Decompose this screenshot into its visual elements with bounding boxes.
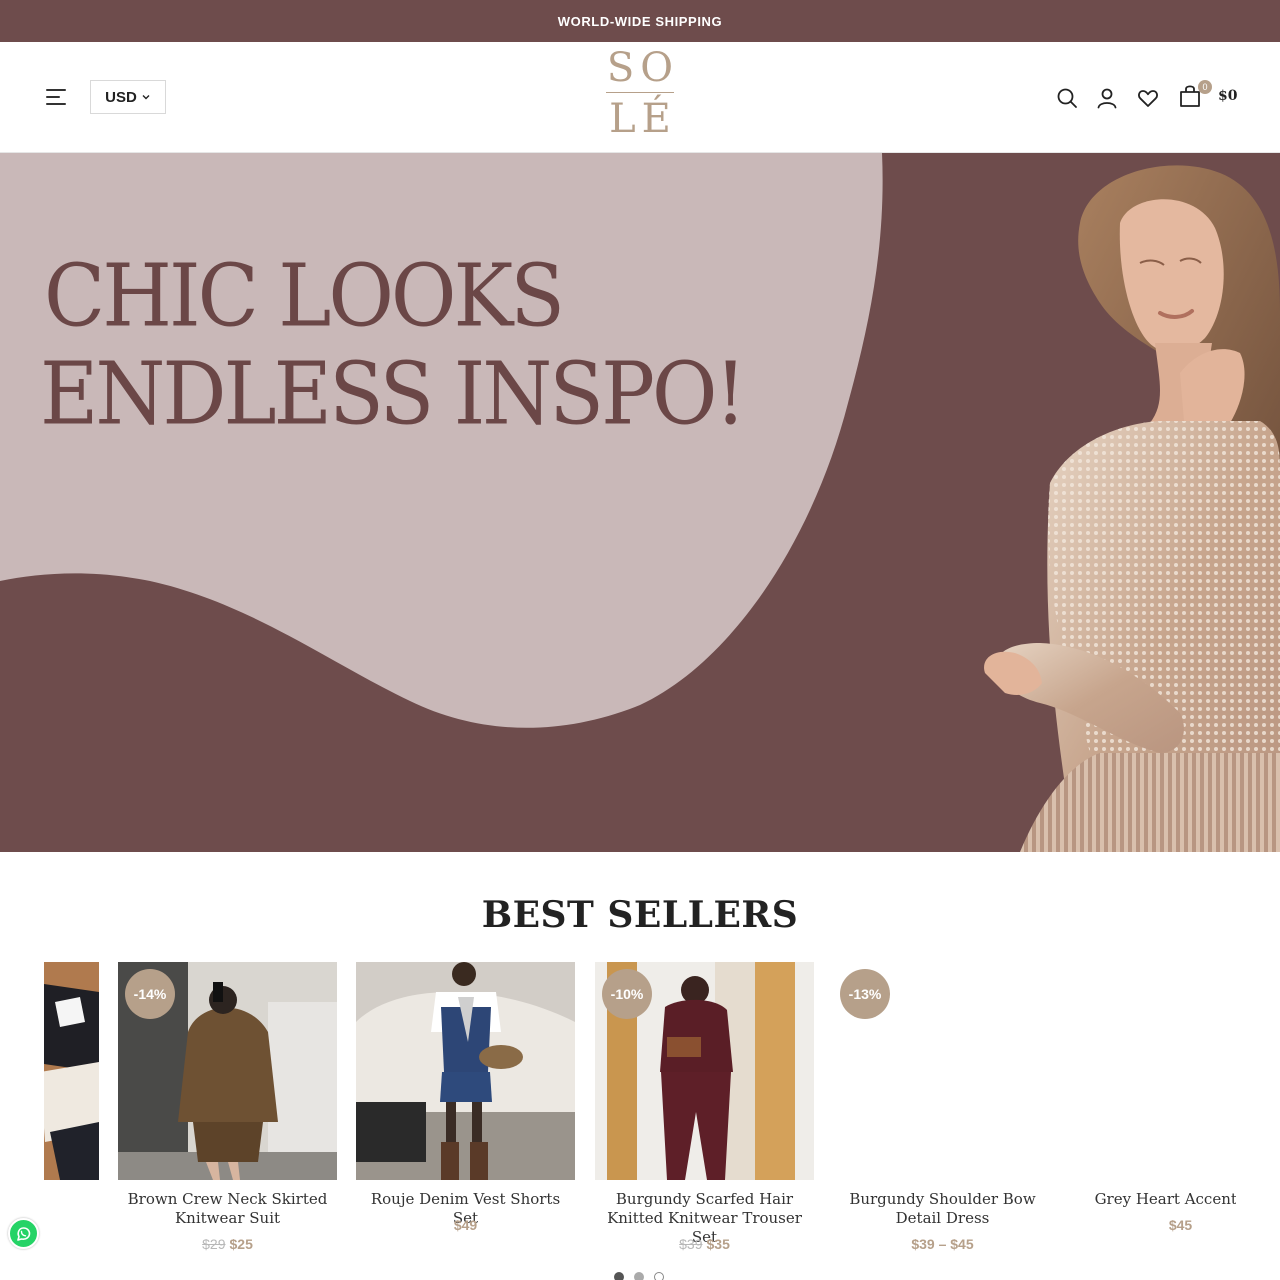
currency-label: USD [105,88,137,106]
discount-badge: -14% [125,969,175,1019]
section-title-best-sellers: BEST SELLERS [481,894,799,936]
currency-selector[interactable]: USD [90,80,166,114]
product-card[interactable]: Grey Heart Accent Bla $45 [1071,962,1236,1262]
product-sale-price: $45 [1168,1217,1193,1233]
product-name[interactable]: Burgundy Shoulder Bow Detail Dress [833,1190,1052,1228]
product-image[interactable] [1071,962,1236,1180]
product-card[interactable] [44,962,99,1262]
product-price: $49 [356,1217,575,1233]
carousel-pagination [614,1272,664,1280]
chevron-down-icon [142,95,150,100]
product-price: $39 $35 [595,1236,814,1252]
product-old-price: $29 [202,1236,226,1252]
whatsapp-icon[interactable] [8,1218,39,1249]
carousel-dot[interactable] [654,1272,664,1280]
hero-banner[interactable]: CHIC LOOKS ENDLESS INSPO! [0,153,1280,852]
cart-count-badge: 0 [1198,80,1212,94]
search-icon[interactable] [1055,86,1079,110]
menu-icon[interactable] [46,88,68,106]
hero-headline-line-1: CHIC LOOKS [44,245,565,346]
hero-model-image [984,165,1280,852]
carousel-dot[interactable] [614,1272,624,1280]
heart-icon[interactable] [1136,86,1160,110]
product-card[interactable]: -13% Burgundy Shoulder Bow Detail Dress … [833,962,1052,1262]
product-price: $29 $25 [118,1236,337,1252]
product-sale-price: $25 [229,1236,253,1252]
product-card[interactable]: -14% Brown Crew Neck Skirted Knitwear Su… [118,962,337,1262]
product-image[interactable] [356,962,575,1180]
logo-divider [606,92,674,93]
product-carousel[interactable]: -14% Brown Crew Neck Skirted Knitwear Su… [44,962,1236,1262]
product-price: $39 – $45 [833,1236,1052,1252]
product-sale-price: $35 [706,1236,730,1252]
announcement-bar: WORLD-WIDE SHIPPING [0,0,1280,42]
announcement-text: WORLD-WIDE SHIPPING [557,13,723,29]
carousel-dot[interactable] [634,1272,644,1280]
product-sale-price: $49 [453,1217,478,1233]
logo-line-2: LÉ [609,96,677,142]
cart-total[interactable]: $0 [1218,88,1237,104]
user-icon[interactable] [1095,86,1119,110]
discount-badge: -13% [840,969,890,1019]
product-name[interactable]: Grey Heart Accent Bla [1071,1190,1236,1209]
product-image[interactable] [44,962,99,1180]
site-logo[interactable]: SO LÉ [600,46,680,148]
logo-line-1: SO [606,45,680,91]
product-card[interactable]: -10% Burgundy Scarfed Hair Knitted Knitw… [595,962,814,1262]
site-header: USD SO LÉ [0,42,1280,153]
product-card[interactable]: Rouje Denim Vest Shorts Set $49 [356,962,575,1262]
product-price: $45 [1071,1217,1236,1233]
discount-badge: -10% [602,969,652,1019]
product-old-price: $39 [679,1236,703,1252]
product-name[interactable]: Brown Crew Neck Skirted Knitwear Suit [118,1190,337,1228]
hero-headline-line-2: ENDLESS INSPO! [40,343,747,444]
product-sale-price: $39 – $45 [911,1236,974,1252]
